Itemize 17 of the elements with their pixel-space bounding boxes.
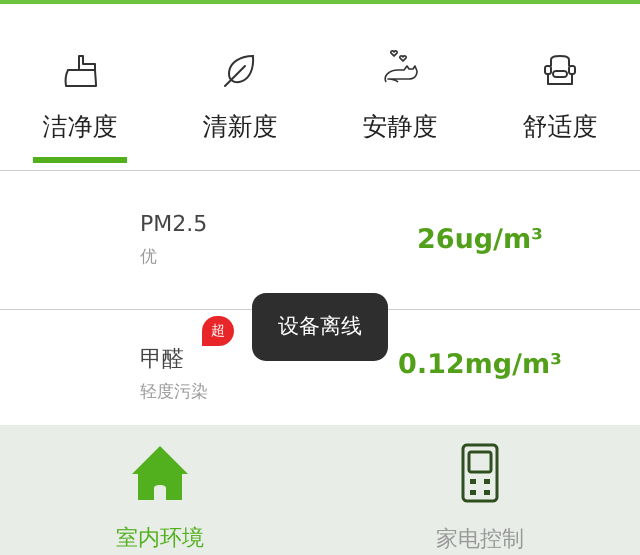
metric-status: 轻度污染: [140, 380, 209, 404]
broom-icon: [63, 54, 97, 88]
armchair-icon: [543, 54, 577, 88]
remote-control-icon: [461, 443, 499, 503]
metric-value: 26ug/m³: [417, 222, 543, 257]
toast-message: 设备离线: [252, 293, 388, 361]
category-tab[interactable]: 舒适度: [480, 4, 640, 170]
exceed-badge: 超: [202, 316, 234, 346]
category-tab[interactable]: 洁净度: [0, 4, 160, 170]
metric-name: PM2.5: [140, 211, 208, 238]
leaf-icon: [223, 54, 257, 88]
metric-status: 优: [140, 246, 158, 268]
category-tab[interactable]: 清新度: [160, 4, 320, 170]
category-tab[interactable]: 安静度: [320, 4, 480, 170]
home-icon: [131, 444, 189, 502]
metric-value: 0.12mg/m³: [398, 348, 562, 382]
metric-name: 甲醛: [140, 346, 184, 374]
